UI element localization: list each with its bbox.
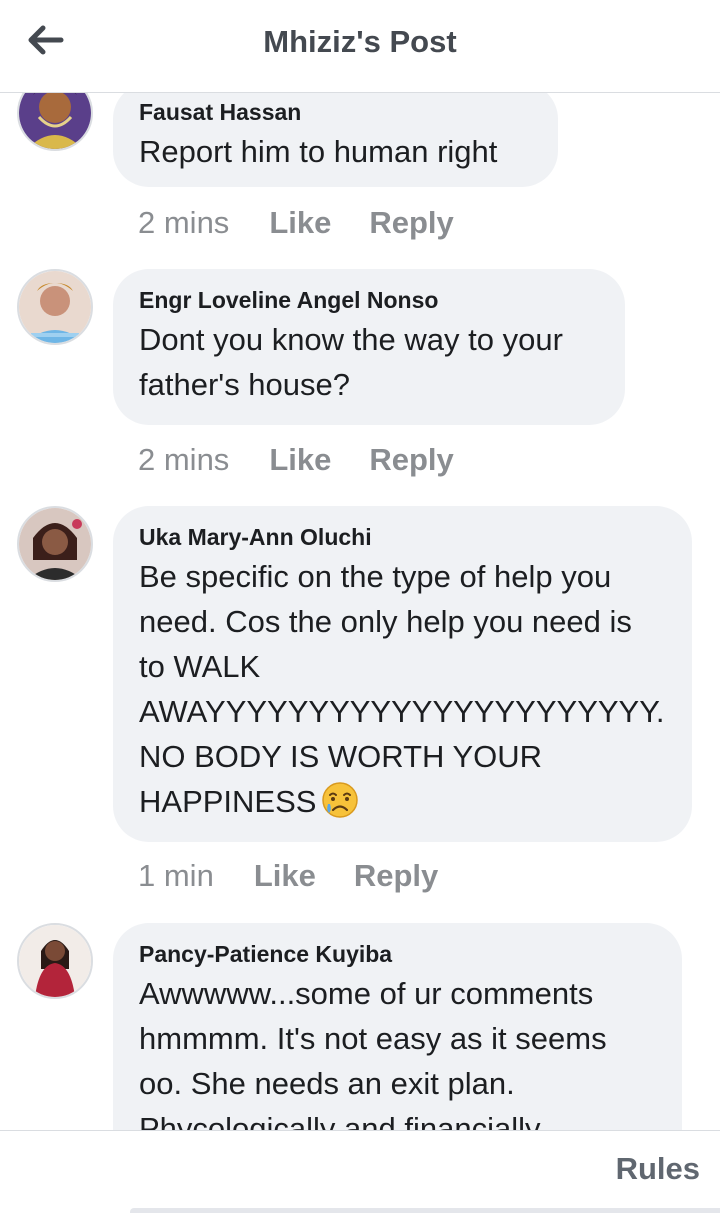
comment-author[interactable]: Uka Mary-Ann Oluchi bbox=[139, 522, 666, 552]
rules-link[interactable]: Rules bbox=[616, 1151, 700, 1187]
comment-bubble[interactable]: Pancy-Patience Kuyiba Awwwww...some of u… bbox=[113, 923, 682, 1130]
avatar[interactable] bbox=[17, 269, 93, 345]
comment-text: Report him to human right bbox=[139, 134, 498, 169]
top-bar: Mhiziz's Post bbox=[0, 0, 720, 93]
avatar[interactable] bbox=[17, 923, 93, 999]
page-title: Mhiziz's Post bbox=[263, 24, 457, 59]
comment-author[interactable]: Engr Loveline Angel Nonso bbox=[139, 285, 599, 315]
comment-actions: 1 min Like Reply bbox=[138, 856, 438, 896]
comments-list: Fausat Hassan Report him to human right … bbox=[0, 93, 720, 1130]
comment-text: Be specific on the type of help you need… bbox=[139, 554, 666, 830]
comment-text: Dont you know the way to your father's h… bbox=[139, 322, 563, 402]
reply-button[interactable]: Reply bbox=[354, 858, 438, 894]
comment-bubble[interactable]: Uka Mary-Ann Oluchi Be specific on the t… bbox=[113, 506, 692, 842]
comment-composer-edge bbox=[130, 1208, 720, 1213]
comment-author[interactable]: Pancy-Patience Kuyiba bbox=[139, 939, 656, 969]
bottom-bar: Rules bbox=[0, 1130, 720, 1213]
comment-text-content: Be specific on the type of help you need… bbox=[139, 559, 665, 819]
crying-face-icon bbox=[322, 782, 359, 830]
comment-time[interactable]: 1 min bbox=[138, 858, 214, 894]
avatar[interactable] bbox=[17, 93, 93, 151]
reply-button[interactable]: Reply bbox=[369, 442, 453, 478]
comment-actions: 2 mins Like Reply bbox=[138, 440, 454, 480]
reply-button[interactable]: Reply bbox=[369, 205, 453, 241]
comment-author[interactable]: Fausat Hassan bbox=[139, 97, 532, 127]
comment-actions: 2 mins Like Reply bbox=[138, 203, 454, 243]
avatar[interactable] bbox=[17, 506, 93, 582]
comment-time[interactable]: 2 mins bbox=[138, 205, 229, 241]
comment-text: Awwwww...some of ur comments hmmmm. It's… bbox=[139, 976, 607, 1130]
like-button[interactable]: Like bbox=[254, 858, 316, 894]
like-button[interactable]: Like bbox=[269, 205, 331, 241]
comment-bubble[interactable]: Fausat Hassan Report him to human right bbox=[113, 93, 558, 187]
comment-time[interactable]: 2 mins bbox=[138, 442, 229, 478]
comment-bubble[interactable]: Engr Loveline Angel Nonso Dont you know … bbox=[113, 269, 625, 425]
like-button[interactable]: Like bbox=[269, 442, 331, 478]
